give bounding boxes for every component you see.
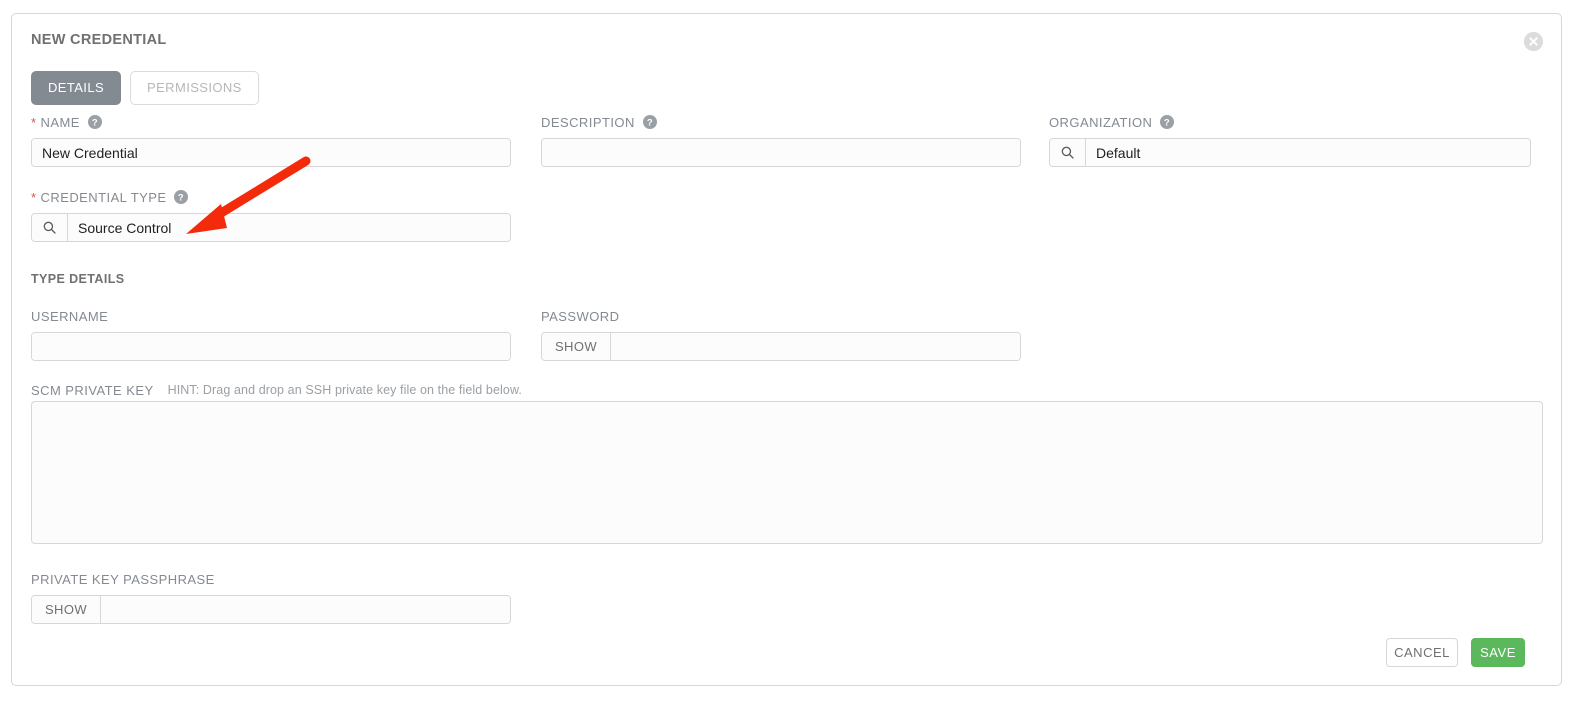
- svg-text:?: ?: [178, 193, 184, 204]
- svg-text:?: ?: [1164, 118, 1170, 129]
- name-label: * NAME ?: [31, 114, 511, 130]
- password-input-value[interactable]: [611, 333, 1020, 360]
- help-circle-icon[interactable]: ?: [87, 115, 102, 129]
- save-button[interactable]: SAVE: [1471, 638, 1525, 667]
- search-icon[interactable]: [32, 214, 68, 241]
- description-field: DESCRIPTION ?: [541, 114, 1021, 167]
- svg-text:?: ?: [647, 118, 653, 129]
- page-title: NEW CREDENTIAL: [31, 32, 167, 48]
- private-key-passphrase-input[interactable]: SHOW: [31, 595, 511, 624]
- tab-bar: DETAILS PERMISSIONS: [31, 71, 259, 105]
- organization-input[interactable]: Default: [1049, 138, 1531, 167]
- tab-details[interactable]: DETAILS: [31, 71, 122, 105]
- credential-type-input[interactable]: Source Control: [31, 213, 511, 242]
- password-field: PASSWORD SHOW: [541, 308, 1021, 361]
- username-input[interactable]: [31, 332, 511, 361]
- help-circle-icon[interactable]: ?: [174, 190, 189, 204]
- description-label: DESCRIPTION ?: [541, 114, 1021, 130]
- tab-permissions[interactable]: PERMISSIONS: [130, 71, 259, 105]
- name-input[interactable]: New Credential: [31, 138, 511, 167]
- description-label-text: DESCRIPTION: [541, 114, 635, 130]
- organization-field: ORGANIZATION ? Default: [1049, 114, 1531, 167]
- password-label: PASSWORD: [541, 308, 620, 324]
- scm-private-key-label: SCM PRIVATE KEY HINT: Drag and drop an S…: [31, 382, 522, 398]
- type-details-heading: TYPE DETAILS: [31, 272, 125, 286]
- new-credential-panel: NEW CREDENTIAL DETAILS PERMISSIONS * NAM…: [11, 13, 1562, 686]
- passphrase-show-button[interactable]: SHOW: [32, 596, 101, 623]
- private-key-passphrase-field: PRIVATE KEY PASSPHRASE SHOW: [31, 571, 511, 624]
- cancel-button[interactable]: CANCEL: [1386, 638, 1458, 667]
- scm-private-key-hint: HINT: Drag and drop an SSH private key f…: [167, 383, 522, 397]
- close-icon-glyph: [1524, 32, 1543, 51]
- search-icon[interactable]: [1050, 139, 1086, 166]
- username-label: USERNAME: [31, 308, 109, 324]
- scm-private-key-input[interactable]: [31, 401, 1543, 544]
- password-input[interactable]: SHOW: [541, 332, 1021, 361]
- private-key-passphrase-label: PRIVATE KEY PASSPHRASE: [31, 571, 215, 587]
- name-field: * NAME ? New Credential: [31, 114, 511, 167]
- credential-type-label-text: CREDENTIAL TYPE: [40, 189, 167, 205]
- organization-label: ORGANIZATION ?: [1049, 114, 1531, 130]
- password-show-button[interactable]: SHOW: [542, 333, 611, 360]
- username-input-value[interactable]: [32, 333, 510, 360]
- svg-text:?: ?: [92, 118, 98, 129]
- private-key-passphrase-value[interactable]: [101, 596, 510, 623]
- description-input[interactable]: [541, 138, 1021, 167]
- scm-private-key-label-text: SCM PRIVATE KEY: [31, 382, 154, 398]
- close-icon[interactable]: [1524, 32, 1543, 51]
- name-label-text: NAME: [40, 114, 80, 130]
- name-input-value[interactable]: New Credential: [32, 139, 510, 166]
- required-marker: *: [31, 114, 37, 130]
- credential-type-input-value[interactable]: Source Control: [68, 214, 510, 241]
- organization-label-text: ORGANIZATION: [1049, 114, 1153, 130]
- required-marker: *: [31, 189, 37, 205]
- description-input-value[interactable]: [542, 139, 1020, 166]
- help-circle-icon[interactable]: ?: [1160, 115, 1175, 129]
- help-circle-icon[interactable]: ?: [642, 115, 657, 129]
- credential-type-label: * CREDENTIAL TYPE ?: [31, 189, 511, 205]
- username-field: USERNAME: [31, 308, 511, 361]
- credential-type-field: * CREDENTIAL TYPE ? Source Control: [31, 189, 511, 242]
- organization-input-value[interactable]: Default: [1086, 139, 1530, 166]
